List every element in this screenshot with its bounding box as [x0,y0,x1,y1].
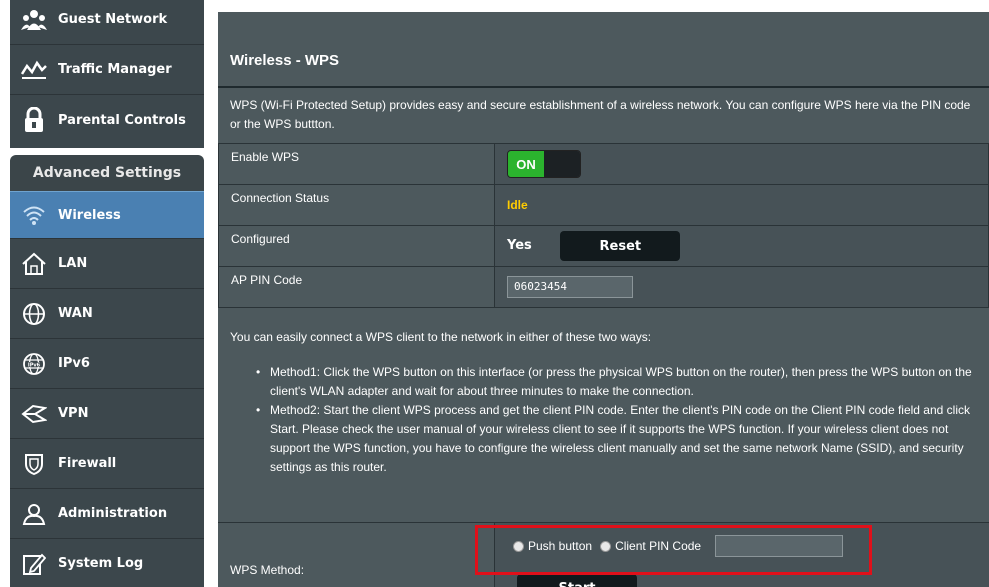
table-row: AP PIN Code 06023454 [218,266,989,308]
traffic-manager-icon [10,60,58,80]
sidebar-item-firewall[interactable]: Firewall [10,439,204,489]
sidebar: Guest Network Traffic Manager Parental C… [0,0,208,587]
table-row: Configured Yes Reset [218,225,989,267]
sidebar-item-label: Traffic Manager [58,62,172,77]
ap-pin-field[interactable]: 06023454 [507,276,633,298]
configured-label: Configured [218,225,495,267]
sidebar-item-lan[interactable]: LAN [10,239,204,289]
guest-network-icon [10,9,58,31]
sidebar-advanced-block: Wireless LAN WAN IPv6 IPv6 VPN Firewall … [10,191,204,587]
vpn-icon [10,403,58,425]
sidebar-item-system-log[interactable]: System Log [10,539,204,587]
sidebar-item-label: LAN [58,256,88,271]
sidebar-item-wan[interactable]: WAN [10,289,204,339]
sidebar-item-label: Firewall [58,456,117,471]
toggle-on-label: ON [508,151,544,177]
sidebar-item-parental-controls[interactable]: Parental Controls [10,95,204,145]
person-icon [10,502,58,526]
shield-icon [10,452,58,476]
sidebar-item-label: IPv6 [58,356,90,371]
ipv6-globe-icon: IPv6 [10,352,58,376]
list-item: Method1: Click the WPS button on this in… [256,363,986,401]
sidebar-top-block: Guest Network Traffic Manager Parental C… [10,0,204,148]
enable-wps-toggle[interactable]: ON [507,150,581,178]
configured-cell: Yes Reset [494,225,989,267]
ways-intro: You can easily connect a WPS client to t… [230,330,652,344]
sidebar-item-label: Administration [58,506,168,521]
reset-button[interactable]: Reset [560,231,681,261]
sidebar-item-guest-network[interactable]: Guest Network [10,0,204,45]
wps-method-label: WPS Method: [230,563,305,577]
svg-text:IPv6: IPv6 [28,362,41,368]
sidebar-item-label: System Log [58,556,144,571]
edit-log-icon [10,552,58,576]
list-item: Method2: Start the client WPS process an… [256,401,986,477]
sidebar-item-label: Parental Controls [58,112,186,128]
start-button[interactable]: Start [517,574,637,587]
globe-icon [10,302,58,326]
sidebar-item-label: Wireless [58,207,121,223]
enable-wps-cell: ON [494,143,989,185]
sidebar-item-ipv6[interactable]: IPv6 IPv6 [10,339,204,389]
table-row: Connection Status Idle [218,184,989,226]
sidebar-item-administration[interactable]: Administration [10,489,204,539]
wifi-icon [10,204,58,226]
sidebar-item-label: VPN [58,406,89,421]
highlight-box [475,525,872,575]
connection-status-value: Idle [507,198,528,212]
wps-description: WPS (Wi-Fi Protected Setup) provides eas… [230,98,971,131]
toggle-knob [544,151,580,177]
lock-icon [10,107,58,133]
methods-list: Method1: Click the WPS button on this in… [256,363,986,477]
ap-pin-label: AP PIN Code [218,266,495,308]
sidebar-item-label: WAN [58,306,93,321]
home-icon [10,252,58,276]
enable-wps-label: Enable WPS [218,143,495,185]
sidebar-item-traffic-manager[interactable]: Traffic Manager [10,45,204,95]
wps-settings-table: Enable WPS ON Connection Status Idle Con… [218,143,989,308]
advanced-settings-header: Advanced Settings [10,155,204,191]
sidebar-item-wireless[interactable]: Wireless [10,191,204,239]
sidebar-item-label: Guest Network [58,12,168,27]
connection-status-cell: Idle [494,184,989,226]
title-divider [218,86,989,88]
page-title: Wireless - WPS [230,52,340,69]
sidebar-item-vpn[interactable]: VPN [10,389,204,439]
table-row: Enable WPS ON [218,143,989,185]
ap-pin-cell: 06023454 [494,266,989,308]
configured-value: Yes [507,238,532,254]
connection-status-label: Connection Status [218,184,495,226]
wps-panel: Wireless - WPS WPS (Wi-Fi Protected Setu… [218,12,989,587]
